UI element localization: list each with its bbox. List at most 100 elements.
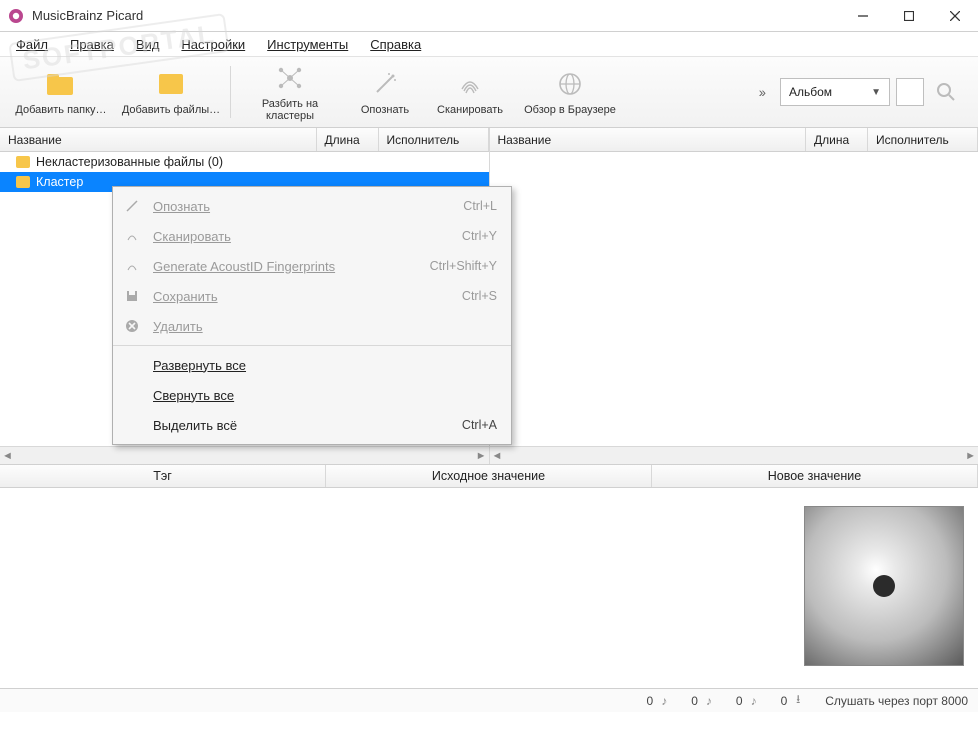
search-button[interactable] — [930, 76, 962, 108]
col-artist[interactable]: Исполнитель — [379, 128, 489, 151]
col-artist[interactable]: Исполнитель — [868, 128, 978, 151]
download-icon: ⭳ — [791, 694, 805, 708]
note-icon: ♪ — [747, 694, 761, 708]
right-tree[interactable] — [490, 152, 978, 446]
folder-icon — [45, 68, 77, 100]
fingerprint-icon — [121, 229, 143, 243]
menu-file[interactable]: Файл — [6, 34, 58, 55]
tag-col-original[interactable]: Исходное значение — [326, 465, 652, 487]
left-column-headers: Название Длина Исполнитель — [0, 128, 489, 152]
status-count-1: 0♪ — [647, 694, 672, 708]
cm-select-all-shortcut: Ctrl+A — [462, 418, 497, 432]
cm-collapse-label: Свернуть все — [153, 388, 234, 403]
col-length[interactable]: Длина — [317, 128, 379, 151]
title-bar: MusicBrainz Picard — [0, 0, 978, 32]
tree-unclustered[interactable]: Некластеризованные файлы (0) — [0, 152, 489, 172]
cm-remove-label: Удалить — [153, 319, 203, 334]
chevron-down-icon: ▼ — [871, 87, 881, 98]
minimize-button[interactable] — [840, 0, 886, 32]
tag-col-tag[interactable]: Тэг — [0, 465, 326, 487]
col-name[interactable]: Название — [0, 128, 317, 151]
toolbar-cluster-label: Разбить на кластеры — [237, 98, 343, 122]
cm-save-shortcut: Ctrl+S — [462, 289, 497, 303]
toolbar-add-files-label: Добавить файлы… — [122, 104, 220, 116]
cm-acoustid-label: Generate AcoustID Fingerprints — [153, 259, 335, 274]
cm-lookup-shortcut: Ctrl+L — [463, 199, 497, 213]
right-column-headers: Название Длина Исполнитель — [490, 128, 978, 152]
status-count-3: 0♪ — [736, 694, 761, 708]
tag-col-new[interactable]: Новое значение — [652, 465, 978, 487]
right-pane: Название Длина Исполнитель ◄► — [490, 128, 978, 464]
cm-separator — [113, 345, 511, 346]
right-scrollbar[interactable]: ◄► — [490, 446, 978, 464]
wand-icon — [121, 199, 143, 213]
cm-expand-label: Развернуть все — [153, 358, 246, 373]
toolbar: Добавить папку… Добавить файлы… Разбить … — [0, 56, 978, 128]
menu-tools[interactable]: Инструменты — [257, 34, 358, 55]
toolbar-add-files[interactable]: Добавить файлы… — [116, 58, 226, 126]
tag-content — [0, 488, 790, 688]
folder-icon — [16, 176, 30, 188]
maximize-button[interactable] — [886, 0, 932, 32]
cm-save-label: Сохранить — [153, 289, 218, 304]
app-icon — [8, 8, 24, 24]
menu-bar: Файл Правка Вид Настройки Инструменты Сп… — [0, 32, 978, 56]
context-menu: Опознать Ctrl+L Сканировать Ctrl+Y Gener… — [112, 186, 512, 445]
cm-save[interactable]: Сохранить Ctrl+S — [113, 281, 511, 311]
tree-unclustered-label: Некластеризованные файлы (0) — [36, 155, 223, 169]
fingerprint-icon — [454, 68, 486, 100]
wand-icon — [369, 68, 401, 100]
status-listen: Слушать через порт 8000 — [825, 694, 968, 708]
menu-help[interactable]: Справка — [360, 34, 431, 55]
fingerprint-icon — [121, 259, 143, 273]
files-icon — [155, 68, 187, 100]
cm-expand-all[interactable]: Развернуть все — [113, 350, 511, 380]
search-input[interactable] — [896, 78, 924, 106]
cm-lookup[interactable]: Опознать Ctrl+L — [113, 191, 511, 221]
cm-select-all[interactable]: Выделить всё Ctrl+A — [113, 410, 511, 440]
toolbar-lookup[interactable]: Опознать — [345, 58, 425, 126]
tag-headers: Тэг Исходное значение Новое значение — [0, 464, 978, 488]
toolbar-scan[interactable]: Сканировать — [425, 58, 515, 126]
toolbar-cluster[interactable]: Разбить на кластеры — [235, 58, 345, 126]
cm-acoustid-shortcut: Ctrl+Shift+Y — [430, 259, 497, 273]
toolbar-browser[interactable]: Обзор в Браузере — [515, 58, 625, 126]
status-count-4: 0⭳ — [781, 694, 806, 708]
toolbar-add-folder[interactable]: Добавить папку… — [6, 58, 116, 126]
col-name[interactable]: Название — [490, 128, 807, 151]
folder-icon — [16, 156, 30, 168]
col-length[interactable]: Длина — [806, 128, 868, 151]
note-icon: ♪ — [657, 694, 671, 708]
toolbar-add-folder-label: Добавить папку… — [15, 104, 106, 116]
combo-label: Альбом — [789, 85, 832, 99]
cover-art[interactable] — [804, 506, 964, 666]
menu-view[interactable]: Вид — [126, 34, 170, 55]
status-bar: 0♪ 0♪ 0♪ 0⭳ Слушать через порт 8000 — [0, 688, 978, 712]
cm-scan-label: Сканировать — [153, 229, 231, 244]
toolbar-lookup-label: Опознать — [361, 104, 409, 116]
cm-collapse-all[interactable]: Свернуть все — [113, 380, 511, 410]
cm-acoustid[interactable]: Generate AcoustID Fingerprints Ctrl+Shif… — [113, 251, 511, 281]
window-title: MusicBrainz Picard — [32, 8, 840, 23]
toolbar-separator — [230, 66, 231, 118]
cm-scan-shortcut: Ctrl+Y — [462, 229, 497, 243]
toolbar-scan-label: Сканировать — [437, 104, 503, 116]
tag-body — [0, 488, 978, 688]
globe-icon — [554, 68, 586, 100]
close-button[interactable] — [932, 0, 978, 32]
left-scrollbar[interactable]: ◄► — [0, 446, 489, 464]
save-icon — [121, 289, 143, 303]
status-count-2: 0♪ — [691, 694, 716, 708]
cluster-icon — [274, 62, 306, 94]
menu-edit[interactable]: Правка — [60, 34, 124, 55]
cm-lookup-label: Опознать — [153, 199, 210, 214]
note-icon: ♪ — [702, 694, 716, 708]
tree-clusters-label: Кластер — [36, 175, 83, 189]
cm-scan[interactable]: Сканировать Ctrl+Y — [113, 221, 511, 251]
remove-icon — [121, 319, 143, 333]
toolbar-overflow[interactable]: ›› — [759, 84, 764, 100]
menu-settings[interactable]: Настройки — [171, 34, 255, 55]
cm-remove[interactable]: Удалить — [113, 311, 511, 341]
search-type-combo[interactable]: Альбом ▼ — [780, 78, 890, 106]
cm-select-all-label: Выделить всё — [153, 418, 462, 433]
